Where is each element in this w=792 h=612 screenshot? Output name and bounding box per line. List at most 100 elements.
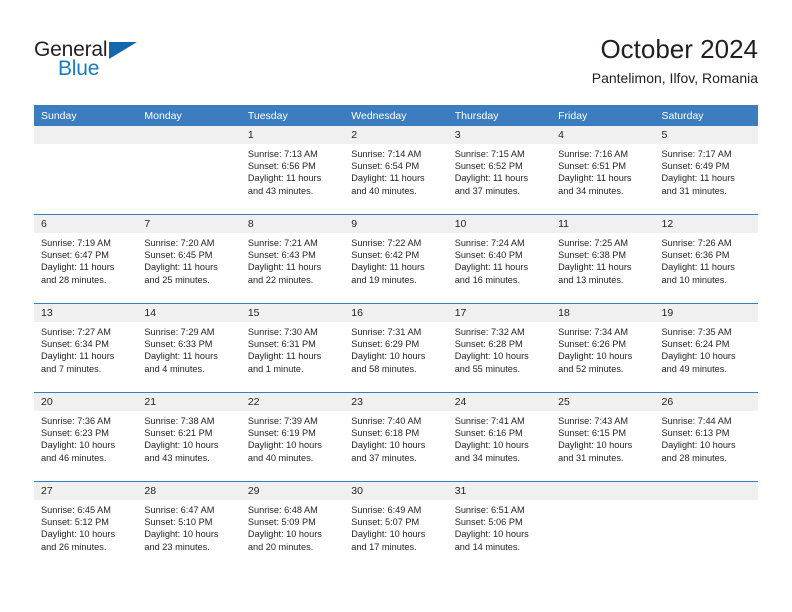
sunrise-text: Sunrise: 7:35 AM — [661, 327, 732, 337]
weekday-header-monday: Monday — [137, 105, 241, 126]
day-number: 25 — [551, 393, 655, 411]
sunset-text: Sunset: 6:28 PM — [454, 339, 523, 350]
calendar-day-cell[interactable]: 24 Sunrise: 7:41 AM Sunset: 6:16 PM Dayl… — [447, 392, 552, 482]
calendar-day-cell[interactable]: 23 Sunrise: 7:40 AM Sunset: 6:18 PM Dayl… — [344, 392, 448, 482]
calendar-day-cell[interactable]: 18 Sunrise: 7:34 AM Sunset: 6:26 PM Dayl… — [551, 303, 655, 393]
calendar-day-cell[interactable]: 1 Sunrise: 7:13 AM Sunset: 6:56 PM Dayli… — [240, 126, 345, 215]
calendar-day-cell[interactable]: 4 Sunrise: 7:16 AM Sunset: 6:51 PM Dayli… — [551, 126, 655, 215]
daylight-text-line2: and 13 minutes. — [558, 274, 624, 285]
day-info: Sunrise: 7:15 AM Sunset: 6:52 PM Dayligh… — [448, 144, 551, 197]
calendar-day-cell[interactable]: 9 Sunrise: 7:22 AM Sunset: 6:42 PM Dayli… — [344, 214, 448, 304]
day-info: Sunrise: 7:25 AM Sunset: 6:38 PM Dayligh… — [551, 233, 654, 286]
sunset-text: Sunset: 6:47 PM — [41, 250, 109, 261]
calendar-day-cell[interactable]: 31 Sunrise: 6:51 AM Sunset: 5:06 PM Dayl… — [447, 481, 552, 570]
sunset-text: Sunset: 5:06 PM — [454, 517, 523, 528]
day-number: 30 — [344, 482, 448, 500]
daylight-text-line1: Daylight: 11 hours — [247, 351, 322, 362]
calendar-day-cell[interactable]: 13 Sunrise: 7:27 AM Sunset: 6:34 PM Dayl… — [34, 303, 138, 393]
day-info: Sunrise: 7:35 AM Sunset: 6:24 PM Dayligh… — [655, 322, 758, 375]
daylight-text-line2: and 34 minutes. — [454, 452, 521, 463]
calendar-day-cell[interactable]: 22 Sunrise: 7:39 AM Sunset: 6:19 PM Dayl… — [240, 392, 345, 482]
sunset-text: Sunset: 6:24 PM — [661, 339, 730, 350]
day-number: 8 — [240, 215, 345, 233]
daylight-text-line1: Daylight: 10 hours — [454, 351, 529, 362]
day-info: Sunrise: 7:39 AM Sunset: 6:19 PM Dayligh… — [241, 411, 344, 464]
day-number: 4 — [551, 126, 655, 144]
daylight-text-line2: and 17 minutes. — [351, 541, 417, 552]
sunrise-text: Sunrise: 7:36 AM — [41, 416, 111, 426]
sunrise-text: Sunrise: 7:31 AM — [351, 327, 422, 337]
calendar-day-cell[interactable]: 8 Sunrise: 7:21 AM Sunset: 6:43 PM Dayli… — [240, 214, 345, 304]
calendar-day-cell[interactable]: 19 Sunrise: 7:35 AM Sunset: 6:24 PM Dayl… — [654, 303, 758, 393]
daylight-text-line2: and 23 minutes. — [144, 541, 210, 552]
daylight-text-line2: and 34 minutes. — [558, 185, 624, 196]
calendar-day-cell[interactable]: 27 Sunrise: 6:45 AM Sunset: 5:12 PM Dayl… — [34, 481, 138, 570]
calendar-day-cell[interactable]: 20 Sunrise: 7:36 AM Sunset: 6:23 PM Dayl… — [34, 392, 138, 482]
sunrise-text: Sunrise: 7:14 AM — [351, 149, 422, 159]
sunrise-text: Sunrise: 7:40 AM — [351, 416, 422, 426]
calendar-day-cell[interactable]: 26 Sunrise: 7:44 AM Sunset: 6:13 PM Dayl… — [654, 392, 758, 482]
daylight-text-line2: and 58 minutes. — [351, 363, 417, 374]
calendar-day-cell[interactable]: 11 Sunrise: 7:25 AM Sunset: 6:38 PM Dayl… — [551, 214, 655, 304]
sunset-text: Sunset: 6:45 PM — [144, 250, 213, 261]
calendar-day-cell[interactable]: 21 Sunrise: 7:38 AM Sunset: 6:21 PM Dayl… — [137, 392, 241, 482]
sunrise-text: Sunrise: 6:51 AM — [454, 505, 525, 515]
calendar-day-cell — [654, 481, 758, 570]
calendar-day-cell[interactable]: 28 Sunrise: 6:47 AM Sunset: 5:10 PM Dayl… — [137, 481, 241, 570]
daylight-text-line2: and 52 minutes. — [558, 363, 624, 374]
calendar-week-row: 13 Sunrise: 7:27 AM Sunset: 6:34 PM Dayl… — [34, 303, 758, 393]
daylight-text-line1: Daylight: 11 hours — [41, 262, 115, 273]
calendar-day-cell[interactable]: 12 Sunrise: 7:26 AM Sunset: 6:36 PM Dayl… — [654, 214, 758, 304]
sunset-text: Sunset: 6:26 PM — [558, 339, 627, 350]
calendar-day-cell[interactable]: 14 Sunrise: 7:29 AM Sunset: 6:33 PM Dayl… — [137, 303, 241, 393]
calendar-day-cell[interactable]: 30 Sunrise: 6:49 AM Sunset: 5:07 PM Dayl… — [344, 481, 448, 570]
day-number: 27 — [34, 482, 138, 500]
daylight-text-line2: and 40 minutes. — [351, 185, 417, 196]
day-number: 31 — [447, 482, 552, 500]
calendar-day-cell[interactable]: 29 Sunrise: 6:48 AM Sunset: 5:09 PM Dayl… — [240, 481, 345, 570]
day-info: Sunrise: 7:26 AM Sunset: 6:36 PM Dayligh… — [655, 233, 758, 286]
weekday-header-thursday: Thursday — [447, 105, 552, 126]
daylight-text-line1: Daylight: 10 hours — [661, 440, 736, 451]
sunset-text: Sunset: 6:43 PM — [247, 250, 316, 261]
calendar-day-cell[interactable]: 5 Sunrise: 7:17 AM Sunset: 6:49 PM Dayli… — [654, 126, 758, 215]
sunset-text: Sunset: 6:40 PM — [454, 250, 523, 261]
daylight-text-line2: and 43 minutes. — [144, 452, 210, 463]
calendar-day-cell[interactable]: 25 Sunrise: 7:43 AM Sunset: 6:15 PM Dayl… — [551, 392, 655, 482]
calendar-table: Sunday Monday Tuesday Wednesday Thursday… — [34, 105, 758, 570]
day-number: 24 — [447, 393, 552, 411]
daylight-text-line2: and 55 minutes. — [454, 363, 521, 374]
day-info: Sunrise: 6:51 AM Sunset: 5:06 PM Dayligh… — [448, 500, 551, 553]
day-info: Sunrise: 7:20 AM Sunset: 6:45 PM Dayligh… — [137, 233, 240, 286]
daylight-text-line1: Daylight: 11 hours — [247, 173, 322, 184]
sunset-text: Sunset: 6:52 PM — [454, 161, 523, 172]
sunrise-text: Sunrise: 7:16 AM — [558, 149, 629, 159]
daylight-text-line1: Daylight: 10 hours — [144, 440, 219, 451]
calendar-day-cell[interactable]: 6 Sunrise: 7:19 AM Sunset: 6:47 PM Dayli… — [34, 214, 138, 304]
daylight-text-line2: and 26 minutes. — [41, 541, 107, 552]
daylight-text-line2: and 25 minutes. — [144, 274, 210, 285]
sunset-text: Sunset: 6:54 PM — [351, 161, 420, 172]
calendar-day-cell[interactable]: 3 Sunrise: 7:15 AM Sunset: 6:52 PM Dayli… — [447, 126, 552, 215]
day-info: Sunrise: 7:32 AM Sunset: 6:28 PM Dayligh… — [448, 322, 551, 375]
daylight-text-line2: and 19 minutes. — [351, 274, 417, 285]
day-number: 16 — [344, 304, 448, 322]
sunset-text: Sunset: 6:56 PM — [247, 161, 316, 172]
day-number: 6 — [34, 215, 138, 233]
daylight-text-line1: Daylight: 11 hours — [661, 173, 735, 184]
calendar-day-cell[interactable]: 17 Sunrise: 7:32 AM Sunset: 6:28 PM Dayl… — [447, 303, 552, 393]
calendar-day-cell[interactable]: 7 Sunrise: 7:20 AM Sunset: 6:45 PM Dayli… — [137, 214, 241, 304]
calendar-day-cell[interactable]: 10 Sunrise: 7:24 AM Sunset: 6:40 PM Dayl… — [447, 214, 552, 304]
calendar-day-cell[interactable]: 15 Sunrise: 7:30 AM Sunset: 6:31 PM Dayl… — [240, 303, 345, 393]
calendar-page: General Blue October 2024 Pantelimon, Il… — [0, 0, 792, 612]
day-number: 23 — [344, 393, 448, 411]
sunrise-text: Sunrise: 6:45 AM — [41, 505, 111, 515]
day-info: Sunrise: 7:34 AM Sunset: 6:26 PM Dayligh… — [551, 322, 654, 375]
calendar-day-cell[interactable]: 16 Sunrise: 7:31 AM Sunset: 6:29 PM Dayl… — [344, 303, 448, 393]
sunrise-text: Sunrise: 7:20 AM — [144, 238, 215, 248]
day-number: 19 — [654, 304, 758, 322]
day-info: Sunrise: 7:29 AM Sunset: 6:33 PM Dayligh… — [137, 322, 240, 375]
day-number: 12 — [654, 215, 758, 233]
calendar-day-cell[interactable]: 2 Sunrise: 7:14 AM Sunset: 6:54 PM Dayli… — [344, 126, 448, 215]
daylight-text-line2: and 4 minutes. — [144, 363, 205, 374]
